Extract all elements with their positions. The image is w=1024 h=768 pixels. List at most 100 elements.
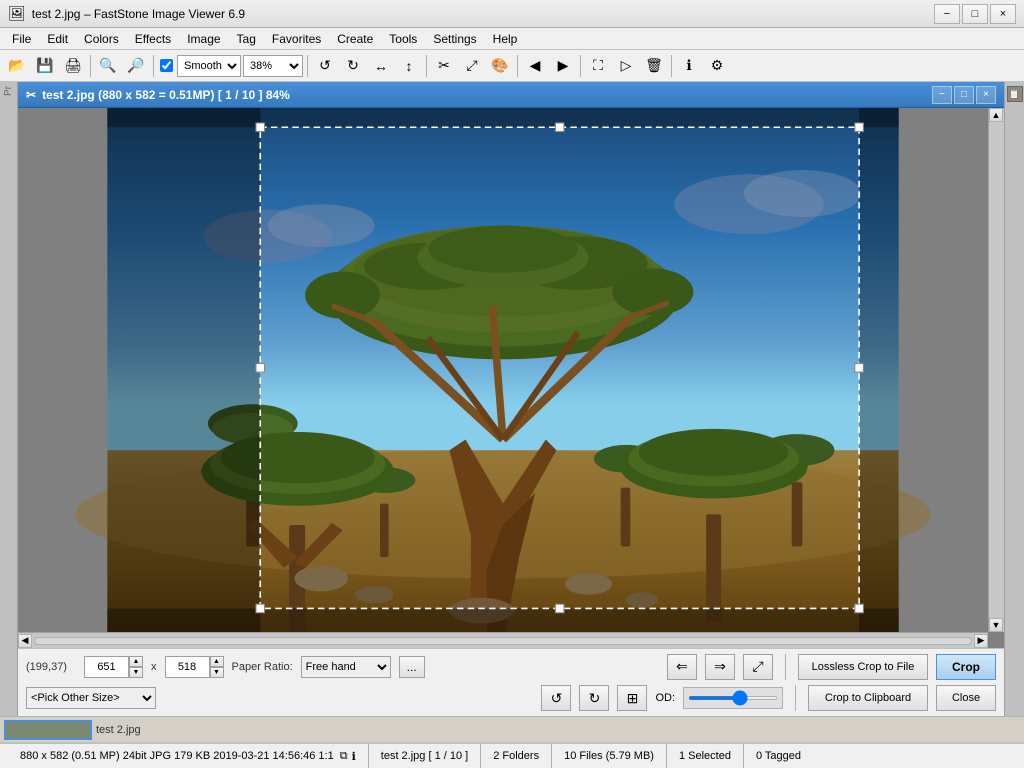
height-up-button[interactable]: ▲ — [210, 656, 224, 667]
controls-row-1: (199,37) 651 ▲ ▼ x 518 — [26, 653, 996, 681]
tb-delete[interactable]: 🗑 — [641, 53, 667, 79]
tb-zoom-in[interactable]: 🔍 — [95, 53, 121, 79]
rotate-ccw-button[interactable]: ↺ — [541, 685, 571, 711]
tb-slideshow[interactable]: ▷ — [613, 53, 639, 79]
crop-close-button[interactable]: × — [976, 86, 996, 104]
tb-crop[interactable]: ✂ — [431, 53, 457, 79]
thumbnail-strip: test 2.jpg — [0, 716, 1024, 742]
scrollbar-track-h[interactable] — [34, 637, 972, 645]
height-down-button[interactable]: ▼ — [210, 667, 224, 678]
tb-separator-7 — [671, 55, 672, 77]
tb-rotate-right[interactable]: ↻ — [340, 53, 366, 79]
crop-icon: ✂ — [26, 88, 36, 102]
tb-adjust[interactable]: 🎨 — [487, 53, 513, 79]
menu-tag[interactable]: Tag — [229, 30, 264, 48]
panel-icon-1[interactable]: 📋 — [1007, 86, 1023, 102]
status-files-text: 10 Files (5.79 MB) — [564, 750, 654, 762]
crop-title-controls: − □ × — [932, 86, 996, 104]
tb-flip-h[interactable]: ↔ — [368, 53, 394, 79]
size-picker-select[interactable]: <Pick Other Size> — [26, 687, 156, 709]
tb-zoom-select[interactable]: 38% — [243, 55, 303, 77]
tb-next[interactable]: ▶ — [550, 53, 576, 79]
main-area: Pr ✂ test 2.jpg (880 x 582 = 0.51MP) [ 1… — [0, 82, 1024, 716]
menu-favorites[interactable]: Favorites — [264, 30, 329, 48]
crop-board-title-bar: ✂ test 2.jpg (880 x 582 = 0.51MP) [ 1 / … — [18, 82, 1004, 108]
tb-separator-3 — [307, 55, 308, 77]
menu-effects[interactable]: Effects — [127, 30, 179, 48]
thumb-filename: test 2.jpg — [96, 724, 141, 736]
image-viewport[interactable]: ▲ ▼ ◀ ▶ — [18, 108, 1004, 648]
crop-title-left: ✂ test 2.jpg (880 x 582 = 0.51MP) [ 1 / … — [26, 88, 290, 102]
tb-open[interactable]: 📂 — [4, 53, 30, 79]
crop-maximize-button[interactable]: □ — [954, 86, 974, 104]
lossless-crop-button[interactable]: Lossless Crop to File — [798, 654, 928, 680]
separator-2 — [795, 685, 796, 711]
close-button[interactable]: × — [990, 4, 1016, 24]
main-window: 🖼 test 2.jpg – FastStone Image Viewer 6.… — [0, 0, 1024, 768]
width-input[interactable]: 651 — [84, 656, 129, 678]
tb-print[interactable]: 🖨 — [60, 53, 86, 79]
scroll-up-button[interactable]: ▲ — [989, 108, 1003, 122]
copy-icon[interactable]: ⧉ — [340, 750, 348, 763]
width-down-button[interactable]: ▼ — [129, 667, 143, 678]
status-file-info: 880 x 582 (0.51 MP) 24bit JPG 179 KB 201… — [8, 744, 369, 768]
tb-resize[interactable]: ⤢ — [459, 53, 485, 79]
crop-button[interactable]: Crop — [936, 654, 996, 680]
status-tagged: 0 Tagged — [744, 744, 813, 768]
minimize-button[interactable]: − — [934, 4, 960, 24]
expand-button[interactable]: ⤢ — [743, 654, 773, 680]
tb-flip-v[interactable]: ↕ — [396, 53, 422, 79]
status-selected-text: 1 Selected — [679, 750, 731, 762]
status-file-details: 880 x 582 (0.51 MP) 24bit JPG 179 KB 201… — [20, 750, 334, 762]
menu-settings[interactable]: Settings — [425, 30, 484, 48]
scroll-left-button[interactable]: ◀ — [18, 634, 32, 648]
crop-to-clipboard-button[interactable]: Crop to Clipboard — [808, 685, 928, 711]
menu-colors[interactable]: Colors — [76, 30, 127, 48]
menu-file[interactable]: File — [4, 30, 39, 48]
paper-ratio-select[interactable]: Free hand 4:3 16:9 1:1 — [301, 656, 391, 678]
menu-help[interactable]: Help — [485, 30, 526, 48]
scroll-down-button[interactable]: ▼ — [989, 618, 1003, 632]
tb-smooth-select[interactable]: Smooth — [177, 55, 241, 77]
more-options-button[interactable]: ... — [399, 656, 425, 678]
tb-separator-1 — [90, 55, 91, 77]
flip-horizontal-button[interactable]: ⇐ — [667, 654, 697, 680]
bottom-controls: (199,37) 651 ▲ ▼ x 518 — [18, 648, 1004, 716]
menu-create[interactable]: Create — [329, 30, 381, 48]
tb-smooth-check[interactable] — [160, 59, 173, 72]
dimension-x-label: x — [151, 661, 157, 673]
horizontal-scrollbar[interactable]: ◀ ▶ — [18, 632, 988, 648]
rotate-cw-button[interactable]: ↻ — [579, 685, 609, 711]
tb-fullscreen[interactable]: ⛶ — [585, 53, 611, 79]
prev-panel-label[interactable]: Pr — [3, 86, 14, 96]
crop-minimize-button[interactable]: − — [932, 86, 952, 104]
menu-tools[interactable]: Tools — [381, 30, 425, 48]
od-slider[interactable] — [688, 696, 778, 700]
vertical-scrollbar[interactable]: ▲ ▼ — [988, 108, 1004, 632]
width-input-group: 651 ▲ ▼ — [84, 656, 143, 678]
tb-separator-6 — [580, 55, 581, 77]
grid-button[interactable]: ⊞ — [617, 685, 647, 711]
menu-edit[interactable]: Edit — [39, 30, 76, 48]
maximize-button[interactable]: □ — [962, 4, 988, 24]
controls-row-2: <Pick Other Size> ↺ ↻ ⊞ OD: Crop to Clip… — [26, 685, 996, 713]
scroll-right-button[interactable]: ▶ — [974, 634, 988, 648]
tb-zoom-out[interactable]: 🔎 — [123, 53, 149, 79]
od-slider-container[interactable] — [683, 687, 783, 709]
close-button-2[interactable]: Close — [936, 685, 996, 711]
height-input[interactable]: 518 — [165, 656, 210, 678]
menu-image[interactable]: Image — [179, 30, 228, 48]
thumbnail-active[interactable] — [4, 720, 92, 740]
image-svg — [18, 108, 988, 632]
flip-vertical-button[interactable]: ⇒ — [705, 654, 735, 680]
status-folders: 2 Folders — [481, 744, 552, 768]
width-up-button[interactable]: ▲ — [129, 656, 143, 667]
coordinates-display: (199,37) — [26, 661, 76, 673]
info-icon[interactable]: ℹ — [352, 750, 356, 763]
tb-info[interactable]: ℹ — [676, 53, 702, 79]
separator — [785, 654, 786, 680]
tb-save[interactable]: 💾 — [32, 53, 58, 79]
tb-settings[interactable]: ⚙ — [704, 53, 730, 79]
tb-prev[interactable]: ◀ — [522, 53, 548, 79]
tb-rotate-left[interactable]: ↺ — [312, 53, 338, 79]
